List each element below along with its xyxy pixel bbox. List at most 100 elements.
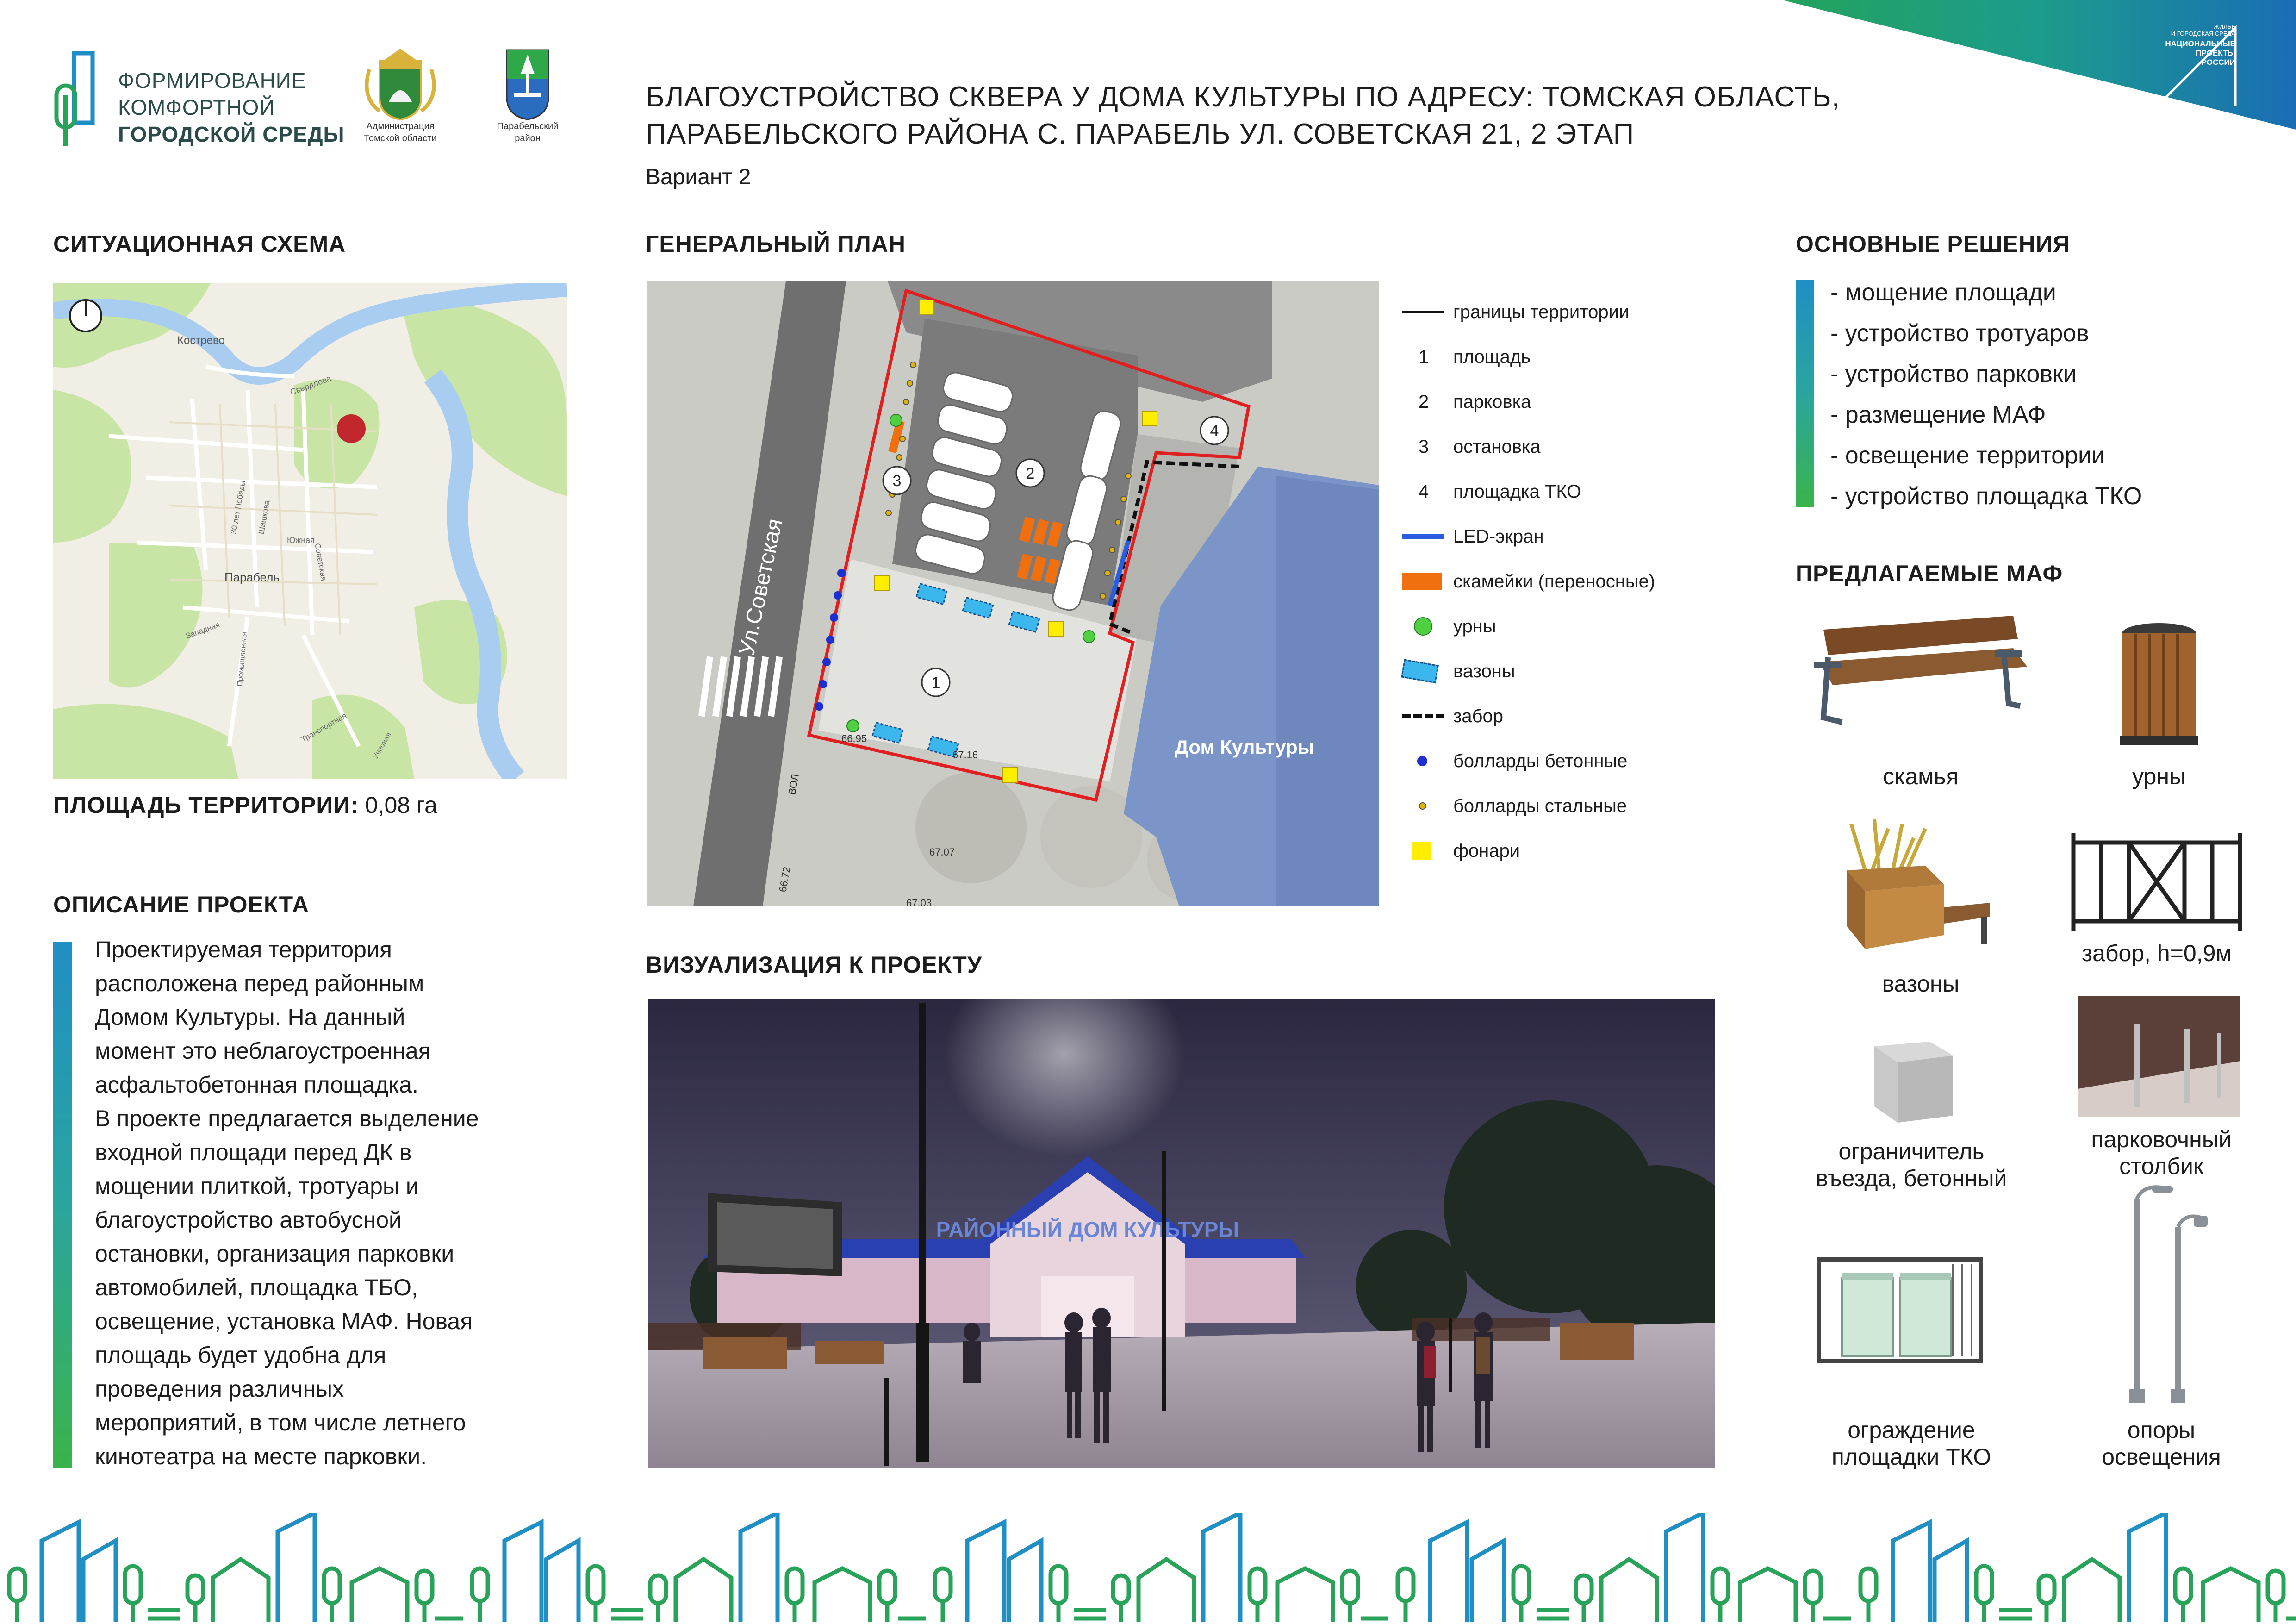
parking-post-illustration [2078, 996, 2240, 1117]
program-logo-icon [54, 51, 95, 146]
maf-urn-caption: урны [2132, 763, 2186, 789]
legend-boundary-line [1402, 311, 1444, 313]
legend-label: LED-экран [1453, 526, 1544, 547]
description-line: расположена перед районным [95, 970, 424, 996]
legend-urn-icon [1414, 617, 1432, 636]
emblem2-line-1: Парабельский [497, 121, 559, 131]
plan-num-3: 3 [893, 472, 902, 490]
general-plan: 67.16 67.07 67.03 66.95 66.72 ВОЛ Ул.Сов… [647, 281, 1379, 906]
area-line: ПЛОЩАДЬ ТЕРРИТОРИИ: 0,08 га [53, 792, 437, 818]
plan-drawing: 67.16 67.07 67.03 66.95 66.72 ВОЛ Ул.Сов… [647, 281, 1379, 906]
program-line-1: ФОРМИРОВАНИЕ [118, 69, 306, 93]
plan-elev-2: 67.07 [929, 846, 955, 858]
maf-tko-line-1: ограждение [1848, 1417, 1975, 1443]
description-line: момент это неблагоустроенная [95, 1038, 431, 1064]
legend-label: фонари [1453, 840, 1520, 861]
maf-post-line-1: парковочный [2091, 1126, 2232, 1152]
legend-number: 3 [1419, 436, 1429, 457]
parabel-coat-of-arms-icon [506, 49, 549, 120]
fence-illustration [2071, 833, 2242, 931]
maf-tko-caption: ограждение площадки ТКО [1796, 1417, 2027, 1470]
legend-label: вазоны [1453, 661, 1515, 681]
legend-label: урны [1453, 616, 1496, 637]
plan-heading: ГЕНЕРАЛЬНЫЙ ПЛАН [646, 231, 906, 257]
maf-lights-caption: опоры освещения [2055, 1417, 2268, 1470]
footer-cityscape-ornament [0, 1513, 2296, 1624]
legend-label: границы территории [1453, 301, 1630, 322]
legend-row: урны [1402, 612, 1496, 640]
legend-bench-icon [1402, 573, 1442, 590]
legend-row: 1 площадь [1402, 343, 1531, 371]
maf-planter-caption: вазоны [1882, 971, 1960, 997]
map-label-parabel: Парабель [224, 570, 280, 584]
legend-row: вазоны [1401, 657, 1515, 685]
emblem1-line-1: Администрация [366, 121, 435, 131]
legend-label: площадка ТКО [1453, 481, 1581, 502]
legend-number: 2 [1419, 391, 1429, 412]
night-scene-drawing: РАЙОННЫЙ ДОМ КУЛЬТУРЫ [648, 999, 1715, 1468]
urn-illustration [2120, 623, 2198, 745]
bench-illustration [1814, 616, 2027, 725]
corner-line-2: ПРОЕКТЫ [2196, 49, 2235, 57]
description-line: проведения различных [95, 1376, 344, 1402]
description-line: мощении плиткой, тротуары и [95, 1173, 419, 1199]
description-line: площадь будет удобна для [95, 1342, 386, 1368]
legend-row: фонари [1402, 837, 1520, 865]
legend-label: остановка [1453, 436, 1541, 457]
description-line: мероприятий, в том числе летнего [95, 1410, 466, 1436]
plan-num-4: 4 [1210, 422, 1219, 440]
planter-illustration [1847, 819, 1990, 949]
map-label-kostarevo: Кострево [177, 334, 225, 347]
description-line: асфальтобетонная площадка. [95, 1072, 418, 1098]
legend-row: LED-экран [1402, 523, 1544, 550]
maf-post-line-2: столбик [2119, 1153, 2203, 1179]
situation-heading: СИТУАЦИОННАЯ СХЕМА [53, 231, 346, 257]
legend-row: скамейки (переносные) [1402, 568, 1655, 595]
maf-bench-caption: скамья [1883, 763, 1959, 789]
legend-number: 4 [1419, 481, 1429, 502]
program-logo: ФОРМИРОВАНИЕ КОМФОРТНОЙ ГОРОДСКОЙ СРЕДЫ [51, 49, 347, 150]
solution-item: - устройство парковки [1830, 361, 2077, 387]
plan-num-1: 1 [932, 674, 940, 692]
legend-label: болларды бетонные [1453, 750, 1628, 771]
legend-row: 3 остановка [1402, 433, 1541, 461]
solution-item: - мощение площади [1830, 279, 2056, 306]
corner-line-3: РОССИИ [2201, 58, 2235, 67]
solutions-list: - мощение площади - устройство тротуаров… [1830, 272, 2275, 517]
corner-small-2: И ГОРОДСКАЯ СРЕДА [2171, 30, 2235, 37]
plan-elev-1: 67.16 [952, 749, 978, 761]
limiter-illustration [1874, 1042, 1953, 1123]
tko-enclosure-illustration [1817, 1257, 1983, 1363]
solutions-heading: ОСНОВНЫЕ РЕШЕНИЯ [1796, 231, 2070, 257]
legend-vase-icon [1401, 659, 1439, 684]
situation-map: Кострево Свердлова 30 лет Победы Шишкова… [53, 283, 567, 779]
plan-building-label: Дом Культуры [1175, 736, 1314, 758]
area-value: 0,08 га [365, 792, 437, 818]
maf-tko-line-2: площадки ТКО [1831, 1444, 1991, 1470]
solution-item: - устройство тротуаров [1830, 320, 2089, 347]
map-label-yuzhnaya: Южная [287, 536, 315, 545]
legend-label: болларды стальные [1453, 795, 1627, 816]
map-drawing [53, 283, 567, 779]
legend-row: забор [1402, 702, 1503, 730]
description-line: Проектируемая территория [95, 937, 392, 962]
lighting-poles-illustration [2129, 1185, 2208, 1403]
visualization-heading: ВИЗУАЛИЗАЦИЯ К ПРОЕКТУ [646, 952, 982, 978]
project-location-marker [337, 414, 366, 443]
description-line: автомобилей, площадка ТБО, [95, 1274, 418, 1300]
description-text: Проектируемая территория расположена пер… [95, 933, 595, 1474]
area-label: ПЛОЩАДЬ ТЕРРИТОРИИ: [53, 792, 359, 818]
maf-fence-caption: забор, h=0,9м [2082, 940, 2232, 966]
maf-limiter-caption: ограничитель въезда, бетонный [1786, 1138, 2036, 1192]
legend-number: 1 [1419, 346, 1429, 367]
legend-row: болларды стальные [1402, 792, 1627, 820]
legend-steel-bollard-icon [1419, 802, 1426, 810]
legend-row: 4 площадка ТКО [1402, 478, 1581, 506]
tomsk-emblem: Администрация Томской области [352, 46, 449, 153]
legend-label: забор [1453, 706, 1503, 726]
legend-led-icon [1402, 534, 1444, 539]
description-heading: ОПИСАНИЕ ПРОЕКТА [53, 892, 310, 918]
solution-item: - устройство площадка ТКО [1830, 483, 2142, 510]
legend-lamp-icon [1412, 842, 1431, 860]
maf-limiter-line-2: въезда, бетонный [1816, 1165, 2007, 1191]
